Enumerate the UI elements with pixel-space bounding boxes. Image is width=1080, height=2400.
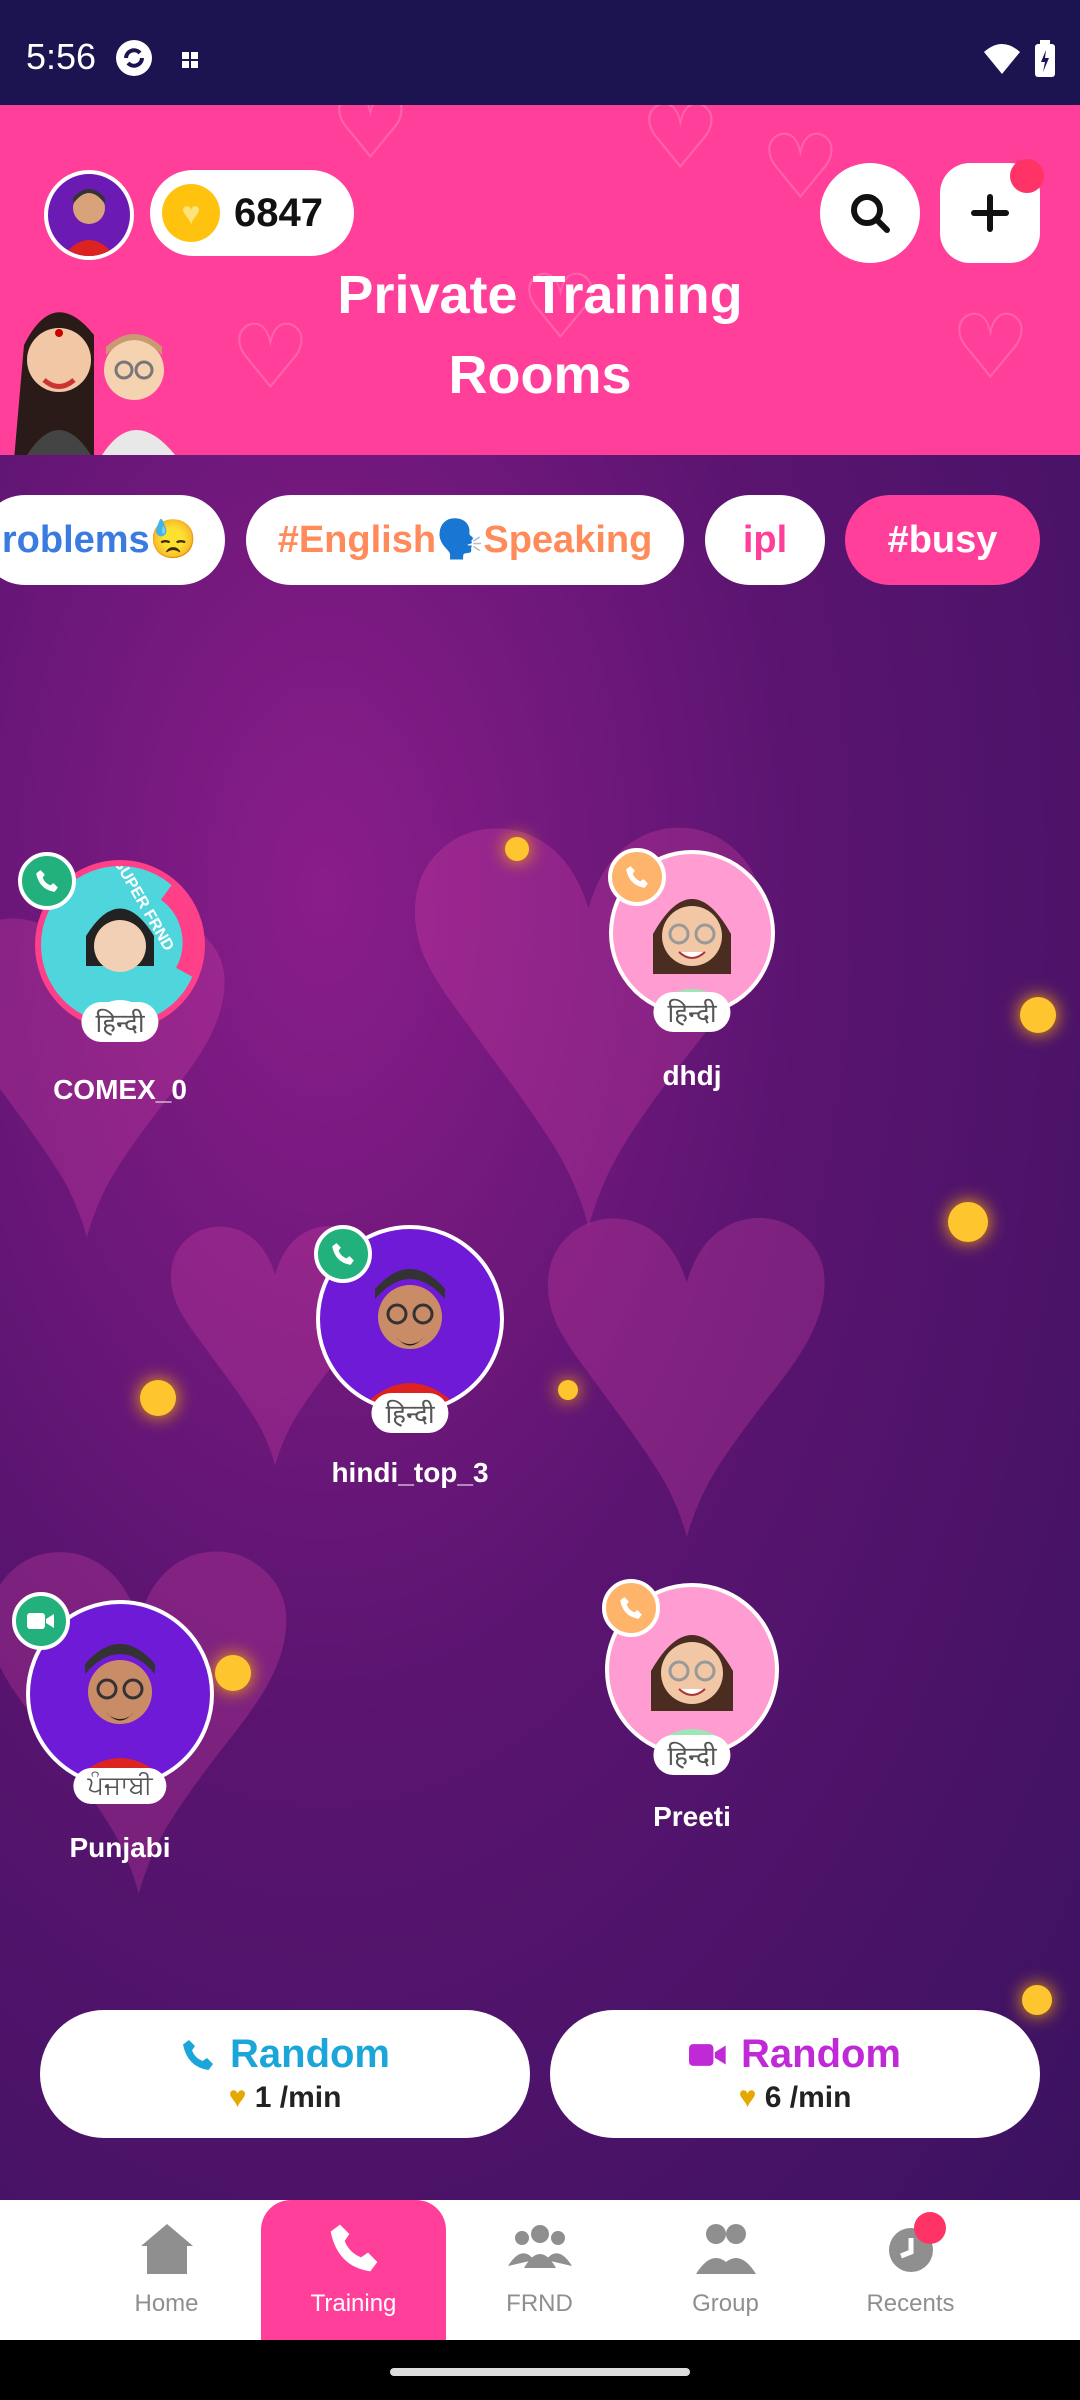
language-badge: हिन्दी xyxy=(653,992,731,1032)
video-call-icon xyxy=(12,1592,70,1650)
nav-training[interactable]: Training xyxy=(261,2200,446,2340)
audio-call-icon xyxy=(602,1579,660,1637)
battery-icon xyxy=(1034,40,1056,83)
tag-busy[interactable]: #busy xyxy=(845,495,1040,585)
profile-avatar[interactable] xyxy=(44,170,134,260)
random-audio-button[interactable]: Random ♥ 1 /min xyxy=(40,2010,530,2138)
user-card[interactable]: हिन्दी hindi_top_3 xyxy=(280,1225,540,1489)
coin-balance[interactable]: ♥ 6847 xyxy=(150,170,354,256)
coin-count: 6847 xyxy=(234,190,323,235)
audio-call-icon xyxy=(314,1225,372,1283)
couple-illustration xyxy=(14,285,194,455)
tag-filter-bar: roblems😓 #English🗣️Speaking ipl #busy xyxy=(0,495,1080,585)
notification-icon xyxy=(182,52,200,75)
random-video-label: Random xyxy=(741,2032,901,2076)
user-name: Preeti xyxy=(653,1801,731,1832)
language-badge: हिन्दी xyxy=(371,1393,449,1433)
coin-icon: ♥ xyxy=(228,2081,247,2114)
status-time: 5:56 xyxy=(26,36,97,77)
random-audio-label: Random xyxy=(230,2032,390,2076)
video-icon xyxy=(689,2043,726,2066)
random-audio-price: 1 /min xyxy=(254,2081,342,2114)
user-card[interactable]: ਪੰਜਾਬੀ Punjabi xyxy=(0,1592,250,1864)
user-card[interactable]: SUPER FRND हिन्दी COMEX_0 xyxy=(0,852,250,1106)
language-badge: ਪੰਜਾਬੀ xyxy=(73,1768,167,1804)
phone-icon xyxy=(330,2224,377,2272)
sync-icon xyxy=(114,38,154,83)
notification-dot xyxy=(1010,159,1044,193)
random-video-price: 6 /min xyxy=(764,2081,852,2114)
training-rooms-area: ♥ ♥ ♥ ♥ ♥ roblems😓 #English🗣️Speaking ip… xyxy=(0,455,1080,2200)
audio-call-icon xyxy=(608,848,666,906)
notification-dot xyxy=(914,2212,946,2244)
user-card[interactable]: हिन्दी dhdj xyxy=(562,848,822,1092)
group-icon xyxy=(695,2224,756,2274)
audio-call-icon xyxy=(18,852,76,910)
user-name: hindi_top_3 xyxy=(331,1457,489,1488)
nav-home[interactable]: Home xyxy=(74,2200,259,2340)
user-name: Punjabi xyxy=(69,1832,171,1863)
nav-recents[interactable]: Recents xyxy=(818,2200,1003,2340)
nav-group[interactable]: Group xyxy=(633,2200,818,2340)
phone-icon xyxy=(183,2039,213,2070)
search-icon xyxy=(851,194,890,233)
nav-frnd[interactable]: FRND xyxy=(447,2200,632,2340)
bottom-navigation: Home Training FRND Group Recents xyxy=(0,2200,1080,2340)
home-icon xyxy=(140,2224,193,2274)
user-name: COMEX_0 xyxy=(53,1074,187,1105)
coin-icon: ♥ xyxy=(738,2081,757,2114)
add-button[interactable] xyxy=(940,159,1044,263)
tag-problems[interactable]: roblems😓 xyxy=(0,495,225,585)
tag-ipl[interactable]: ipl xyxy=(705,495,825,585)
plus-icon xyxy=(971,194,1009,232)
language-badge: हिन्दी xyxy=(81,1002,159,1042)
random-video-button[interactable]: Random ♥ 6 /min xyxy=(550,2010,1040,2138)
tag-english-speaking[interactable]: #English🗣️Speaking xyxy=(246,495,684,585)
home-indicator[interactable] xyxy=(390,2368,690,2376)
status-bar: 5:56 xyxy=(0,0,1080,105)
user-name: dhdj xyxy=(662,1060,722,1091)
header-banner: ♡ ♡ ♡ ♡ ♡ ♡ ♥ 6847 Private Training Room… xyxy=(0,105,1080,455)
wifi-icon xyxy=(982,42,1022,81)
coin-icon: ♥ xyxy=(162,184,220,242)
friends-icon xyxy=(507,2225,572,2268)
user-card[interactable]: हिन्दी Preeti xyxy=(562,1579,822,1833)
gesture-bar xyxy=(0,2340,1080,2400)
language-badge: हिन्दी xyxy=(653,1735,731,1775)
page-title: Private Training Rooms xyxy=(337,265,743,405)
search-button[interactable] xyxy=(820,163,920,263)
